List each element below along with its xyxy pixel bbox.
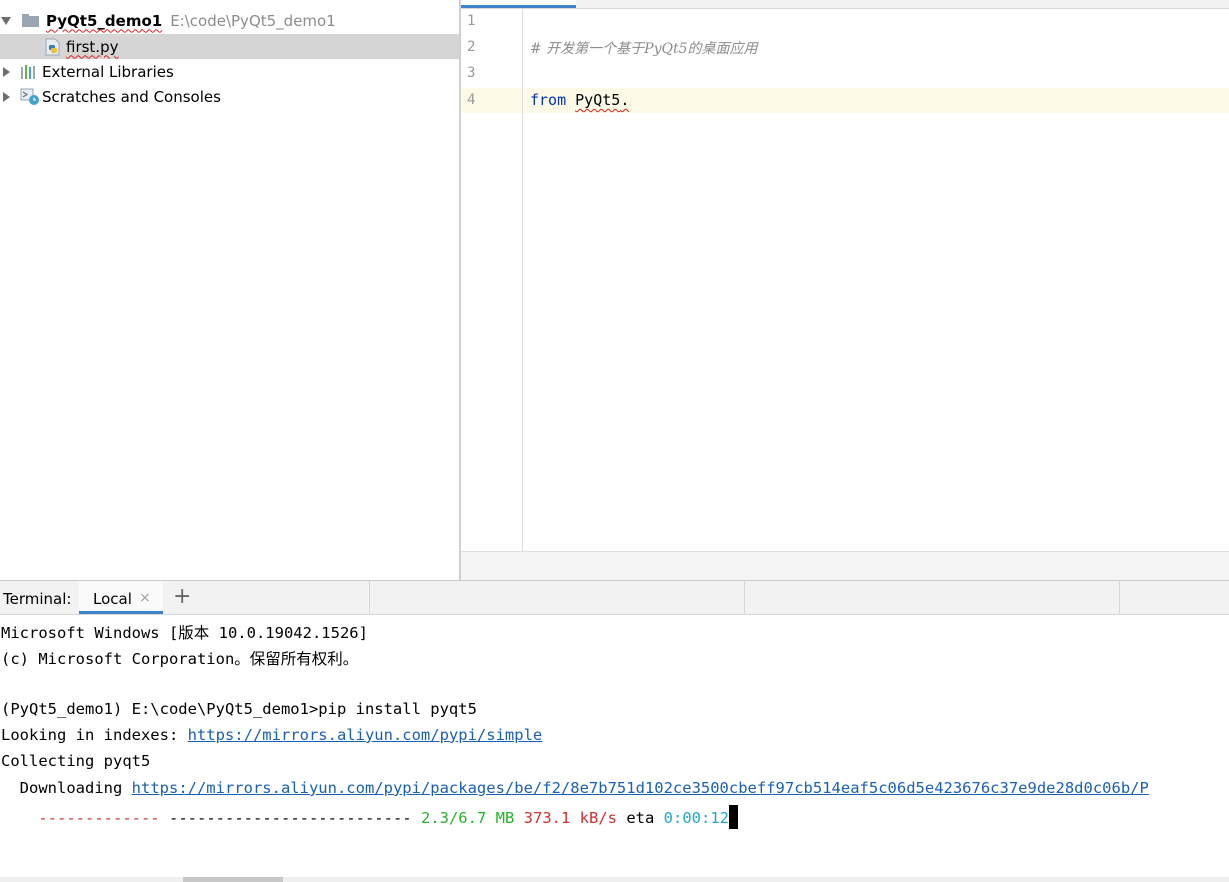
scratches-icon xyxy=(20,88,39,105)
code-line-4: from PyQt5. xyxy=(530,91,629,109)
line-number: 2 xyxy=(467,39,476,55)
terminal-output[interactable]: Microsoft Windows [版本 10.0.19042.1526] (… xyxy=(0,615,1229,882)
project-tool-window: PyQt5_demo1 E:\code\PyQt5_demo1 first.py… xyxy=(0,0,459,580)
terminal-progress-line: ------------- --------------------------… xyxy=(1,805,738,829)
code-editor[interactable]: 1 2 3 4 # 开发第一个基于PyQt5的桌面应用 from PyQt5. xyxy=(461,0,1229,581)
download-url-link[interactable]: https://mirrors.aliyun.com/pypi/packages… xyxy=(132,779,1149,797)
folder-icon xyxy=(22,14,39,27)
module-name: PyQt5 xyxy=(575,91,621,109)
project-name: PyQt5_demo1 xyxy=(46,11,163,30)
terminal-line: Collecting pyqt5 xyxy=(1,752,151,770)
python-file-icon xyxy=(45,38,60,55)
tree-item-scratches[interactable]: Scratches and Consoles xyxy=(0,84,459,109)
tree-item-first-py[interactable]: first.py xyxy=(0,34,459,59)
editor-tab-first-py[interactable] xyxy=(461,0,576,8)
progress-bar-done: ------------- xyxy=(38,809,160,827)
horizontal-scrollbar-thumb[interactable] xyxy=(183,877,283,882)
eta-label: eta xyxy=(626,809,655,827)
index-url-link[interactable]: https://mirrors.aliyun.com/pypi/simple xyxy=(188,726,543,744)
dot-token: . xyxy=(620,91,630,109)
line-number: 1 xyxy=(467,13,476,29)
terminal-text: Downloading xyxy=(1,779,132,797)
file-name: first.py xyxy=(66,37,119,56)
chevron-right-icon[interactable] xyxy=(3,91,10,102)
line-number: 3 xyxy=(467,65,476,81)
terminal-text: Looking in indexes: xyxy=(1,726,188,744)
download-size: 2.3/6.7 MB xyxy=(420,809,515,827)
tree-item-external-libraries[interactable]: External Libraries xyxy=(0,59,459,84)
code-comment: # 开发第一个基于PyQt5的桌面应用 xyxy=(530,41,758,57)
terminal-line: (c) Microsoft Corporation。保留所有权利。 xyxy=(1,650,359,668)
keyword-from: from xyxy=(530,91,567,109)
chevron-right-icon[interactable] xyxy=(3,66,10,77)
download-speed: 373.1 kB/s xyxy=(523,809,617,827)
terminal-cursor xyxy=(729,805,738,829)
add-tab-icon[interactable]: + xyxy=(173,586,191,608)
line-number-gutter: 1 2 3 4 xyxy=(461,9,523,551)
external-libraries-label: External Libraries xyxy=(42,62,174,81)
close-icon[interactable]: × xyxy=(139,590,151,606)
terminal-line: (PyQt5_demo1) E:\code\PyQt5_demo1>pip in… xyxy=(1,700,477,718)
scratches-label: Scratches and Consoles xyxy=(42,87,221,106)
project-path: E:\code\PyQt5_demo1 xyxy=(170,11,336,30)
line-number: 4 xyxy=(467,92,476,108)
header-divider xyxy=(369,581,370,615)
chevron-down-icon[interactable] xyxy=(1,16,11,25)
terminal-line: Looking in indexes: https://mirrors.aliy… xyxy=(1,726,542,744)
terminal-line: Downloading https://mirrors.aliyun.com/p… xyxy=(1,779,1149,797)
terminal-header: Terminal: Local × + xyxy=(0,580,1229,615)
project-toolbar-strip xyxy=(0,0,459,8)
tab-local[interactable]: Local × xyxy=(79,581,163,614)
header-divider xyxy=(744,581,745,615)
eta-value: 0:00:12 xyxy=(663,809,729,827)
tree-item-project-root[interactable]: PyQt5_demo1 E:\code\PyQt5_demo1 xyxy=(0,8,459,33)
editor-tab-strip xyxy=(461,0,1229,9)
progress-bar-rest: -------------------------- xyxy=(169,809,412,827)
editor-breadcrumb-bar xyxy=(461,551,1229,581)
terminal-line: Microsoft Windows [版本 10.0.19042.1526] xyxy=(1,624,368,642)
tab-local-label: Local xyxy=(93,590,132,608)
header-divider xyxy=(1119,581,1120,615)
terminal-title: Terminal: xyxy=(3,590,72,608)
libraries-icon xyxy=(21,64,35,79)
